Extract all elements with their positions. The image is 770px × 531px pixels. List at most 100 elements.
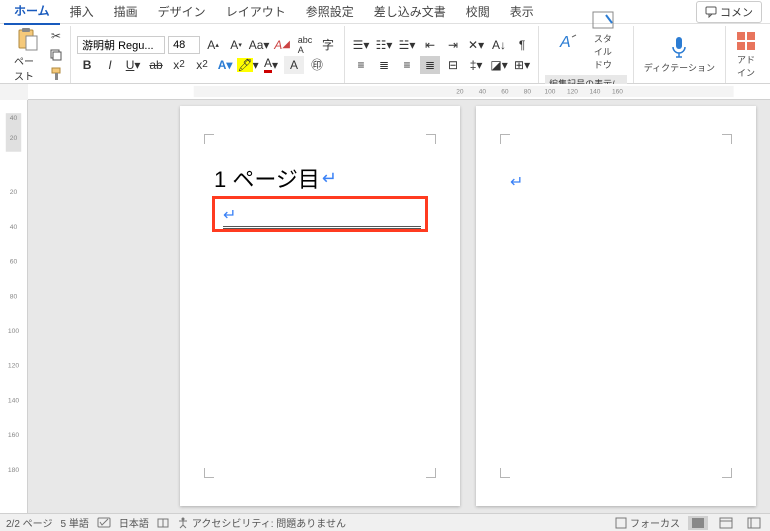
page-heading-text: 1 ページ目 — [214, 162, 320, 194]
multilevel-list-icon[interactable]: ☱▾ — [397, 36, 417, 54]
group-clipboard: ペースト ✂ — [4, 26, 71, 83]
increase-font-icon[interactable]: A▴ — [203, 36, 223, 54]
tab-references[interactable]: 参照設定 — [296, 0, 364, 24]
status-spell-icon[interactable] — [97, 517, 111, 529]
svg-text:60: 60 — [501, 88, 509, 95]
status-accessibility-label: アクセシビリティ: 問題ありません — [192, 515, 346, 530]
margin-corner-bl — [204, 468, 214, 478]
font-name-input[interactable] — [77, 36, 165, 54]
dictation-button[interactable]: ディクテーション — [640, 33, 719, 76]
align-center-icon[interactable]: ≣ — [374, 56, 394, 74]
page-2[interactable]: ↵ — [476, 106, 756, 506]
status-page[interactable]: 2/2 ページ — [6, 515, 52, 530]
align-right-icon[interactable]: ≡ — [397, 56, 417, 74]
copy-icon[interactable] — [48, 47, 64, 63]
status-accessibility[interactable]: アクセシビリティ: 問題ありません — [177, 515, 346, 530]
svg-text:40: 40 — [10, 224, 18, 231]
group-font: A▴ A▾ Aa▾ A◢ abcA 字 B I U▾ ab x2 x2 A▾ 🖊… — [71, 26, 345, 83]
tab-review[interactable]: 校閲 — [456, 0, 500, 24]
tab-view[interactable]: 表示 — [500, 0, 544, 24]
change-case-icon[interactable]: Aa▾ — [249, 36, 269, 54]
superscript-icon[interactable]: x2 — [192, 56, 212, 74]
tab-mailings[interactable]: 差し込み文書 — [364, 0, 456, 24]
strikethrough-icon[interactable]: ab — [146, 56, 166, 74]
decrease-font-icon[interactable]: A▾ — [226, 36, 246, 54]
svg-text:80: 80 — [524, 88, 532, 95]
asian-layout-icon[interactable]: ✕▾ — [466, 36, 486, 54]
styles-pane-button[interactable]: スタ イル ドウ — [588, 9, 618, 73]
ribbon-tabs: ホーム 挿入 描画 デザイン レイアウト 参照設定 差し込み文書 校閲 表示 コ… — [0, 0, 770, 24]
sort-icon[interactable]: A↓ — [489, 36, 509, 54]
subscript-icon[interactable]: x2 — [169, 56, 189, 74]
document-canvas[interactable]: 1 ページ目 ↵ ↵ ↵ — [28, 100, 770, 513]
align-left-icon[interactable]: ≡ — [351, 56, 371, 74]
clipboard-icon — [17, 27, 39, 51]
comments-button[interactable]: コメン — [696, 1, 762, 23]
addins-button[interactable]: アド イン — [732, 29, 760, 81]
underline-icon[interactable]: U▾ — [123, 56, 143, 74]
hruler-svg: 204060 80100120 140160 — [28, 84, 770, 99]
justify-icon[interactable]: ≣ — [420, 56, 440, 74]
dictation-label: ディクテーション — [644, 61, 715, 74]
enclose-char-icon[interactable]: 字 — [318, 36, 338, 54]
font-size-input[interactable] — [168, 36, 200, 54]
paste-button[interactable]: ペースト — [10, 25, 45, 85]
character-shading-icon[interactable]: A — [284, 56, 304, 74]
increase-indent-icon[interactable]: ⇥ — [443, 36, 463, 54]
group-dictation: ディクテーション — [634, 26, 726, 83]
svg-text:40: 40 — [479, 88, 487, 95]
horizontal-ruler[interactable]: 204060 80100120 140160 — [28, 84, 770, 100]
view-web-icon[interactable] — [744, 516, 764, 530]
paragraph-mark-icon: ↵ — [223, 207, 236, 224]
group-addins: アド イン — [726, 26, 766, 83]
view-read-icon[interactable] — [716, 516, 736, 530]
tab-layout[interactable]: レイアウト — [216, 0, 296, 24]
svg-text:20: 20 — [10, 135, 18, 142]
borders-icon[interactable]: ⊞▾ — [512, 56, 532, 74]
tab-insert[interactable]: 挿入 — [60, 0, 104, 24]
page-1[interactable]: 1 ページ目 ↵ ↵ — [180, 106, 460, 506]
styles-label: スタ イル ドウ — [594, 32, 612, 71]
status-insert-mode-icon[interactable] — [157, 517, 169, 529]
status-focus-label: フォーカス — [630, 515, 680, 530]
numbering-icon[interactable]: ☷▾ — [374, 36, 394, 54]
tab-draw[interactable]: 描画 — [104, 0, 148, 24]
svg-text:60: 60 — [10, 259, 18, 266]
bold-icon[interactable]: B — [77, 56, 97, 74]
cut-icon[interactable]: ✂ — [48, 28, 64, 44]
margin-corner-bl — [500, 468, 510, 478]
enclose-circle-icon[interactable]: ㊞ — [307, 56, 327, 74]
comments-label: コメン — [720, 4, 753, 20]
shading-icon[interactable]: ◪▾ — [489, 56, 509, 74]
italic-icon[interactable]: I — [100, 56, 120, 74]
accessibility-icon — [177, 517, 189, 529]
tab-design[interactable]: デザイン — [148, 0, 216, 24]
page-heading[interactable]: 1 ページ目 ↵ — [214, 162, 426, 194]
vertical-ruler[interactable]: 4020 204060 80100120 140160180 — [0, 100, 28, 513]
view-print-layout-icon[interactable] — [688, 516, 708, 530]
bullets-icon[interactable]: ☰▾ — [351, 36, 371, 54]
svg-text:20: 20 — [10, 189, 18, 196]
format-painter-icon[interactable] — [48, 66, 64, 82]
status-focus[interactable]: フォーカス — [615, 515, 680, 530]
font-color-icon[interactable]: A▾ — [261, 56, 281, 74]
tab-home[interactable]: ホーム — [4, 0, 60, 25]
clear-format-icon[interactable]: A◢ — [272, 36, 292, 54]
line-spacing-icon[interactable]: ‡▾ — [466, 56, 486, 74]
svg-text:180: 180 — [8, 467, 20, 474]
svg-text:40: 40 — [10, 115, 18, 122]
status-words[interactable]: 5 単語 — [60, 515, 88, 530]
decrease-indent-icon[interactable]: ⇤ — [420, 36, 440, 54]
margin-corner-tl — [500, 134, 510, 144]
phonetic-guide-icon[interactable]: abcA — [295, 36, 315, 54]
speech-bubble-icon — [705, 6, 717, 18]
margin-corner-br — [722, 468, 732, 478]
highlight-icon[interactable]: 🖊▾ — [238, 56, 258, 74]
styles-button-a[interactable]: A — [554, 29, 582, 53]
horizontal-rule-line — [223, 226, 421, 227]
text-effects-icon[interactable]: A▾ — [215, 56, 235, 74]
distribute-icon[interactable]: ⊟ — [443, 56, 463, 74]
margin-corner-tl — [204, 134, 214, 144]
show-marks-icon[interactable]: ¶ — [512, 36, 532, 54]
status-language[interactable]: 日本語 — [119, 515, 149, 530]
